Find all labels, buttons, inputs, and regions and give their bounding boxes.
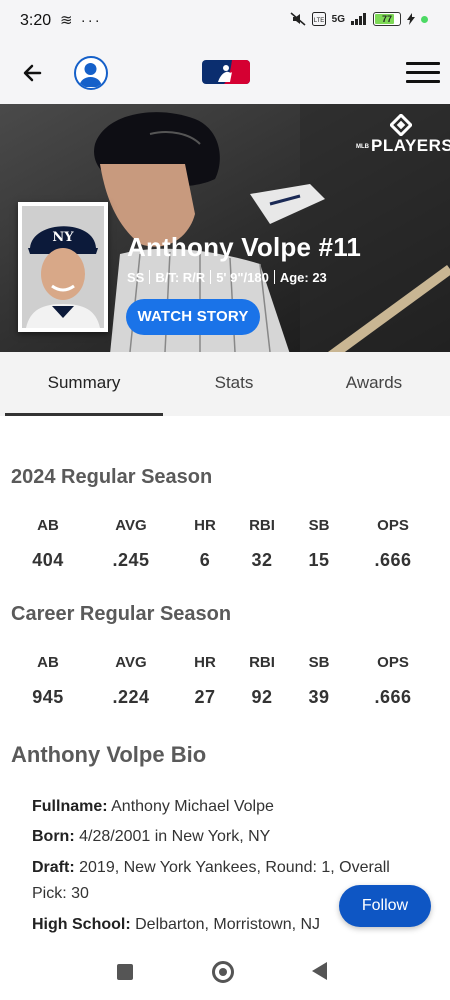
bio-draft-value: 2019, New York Yankees, Round: 1, Overal…	[32, 859, 390, 902]
career-stats-value-row: 945 .224 27 92 39 .666	[0, 687, 450, 707]
circle-home-icon[interactable]	[212, 961, 234, 983]
bio-high-school-label: High School:	[32, 916, 131, 933]
user-silhouette-icon	[79, 63, 102, 87]
stat-header: HR	[194, 654, 216, 671]
stat-value: 39	[308, 687, 330, 707]
tab-stats[interactable]: Stats	[155, 352, 313, 416]
player-bats-throws: B/T: R/R	[155, 270, 206, 285]
profile-tabs: Summary Stats Awards	[0, 352, 450, 416]
diamond-logo-icon	[390, 114, 412, 136]
stat-header: RBI	[249, 654, 275, 671]
volte-icon: LTE	[311, 12, 326, 26]
stat-value: .666	[374, 687, 412, 707]
stat-header: OPS	[377, 654, 409, 671]
stat-value: 945	[32, 687, 64, 707]
bio-fullname: Fullname: Anthony Michael Volpe	[32, 794, 412, 820]
player-name: Anthony Volpe #11	[127, 232, 362, 262]
player-height-weight: 5' 9"/180	[216, 270, 269, 285]
stat-header: HR	[194, 517, 216, 534]
user-circle-icon[interactable]	[74, 56, 108, 90]
charging-icon	[407, 13, 415, 25]
bio-high-school-value: Delbarton, Morristown, NJ	[135, 916, 321, 933]
tab-awards[interactable]: Awards	[295, 352, 450, 416]
network-label: 5G	[331, 13, 345, 25]
stat-header: OPS	[377, 517, 409, 534]
stat-value: 27	[194, 687, 216, 707]
meta-divider	[149, 270, 151, 284]
notification-icons: ≋ ···	[60, 12, 102, 29]
stat-header: RBI	[249, 517, 275, 534]
mlb-players-logo: MLB PLAYERS	[356, 114, 450, 156]
hamburger-menu-icon[interactable]	[406, 60, 440, 86]
stat-value: 404	[32, 550, 64, 570]
status-time: 3:20	[20, 12, 52, 29]
bio-fullname-value: Anthony Michael Volpe	[111, 798, 274, 815]
player-age: Age: 23	[279, 270, 327, 285]
stat-value: .666	[374, 550, 412, 570]
stat-value: 92	[251, 687, 273, 707]
signal-icon	[351, 13, 366, 25]
player-meta: SS B/T: R/R 5' 9"/180 Age: 23	[127, 270, 327, 285]
mute-icon	[290, 12, 306, 26]
stat-header: AVG	[115, 517, 147, 534]
svg-text:NY: NY	[52, 230, 74, 245]
square-icon[interactable]	[117, 964, 133, 980]
player-position: SS	[127, 270, 145, 285]
system-nav-bar	[0, 940, 450, 1000]
stat-value: .245	[112, 550, 150, 570]
player-hero: MLB PLAYERS NY Anthony Volpe #11 SS B/T: …	[0, 104, 450, 352]
bio-title: Anthony Volpe Bio	[11, 742, 207, 767]
bio-born-label: Born:	[32, 828, 75, 845]
season-stats-header-row: AB AVG HR RBI SB OPS	[0, 517, 450, 537]
stat-value: 15	[308, 550, 330, 570]
bio-born: Born: 4/28/2001 in New York, NY	[32, 824, 412, 850]
stat-value: 6	[199, 550, 211, 570]
follow-button[interactable]: Follow	[339, 885, 431, 927]
stat-header: SB	[308, 517, 330, 534]
battery-indicator: 77	[373, 12, 401, 26]
status-right-icons: LTE 5G 77	[290, 12, 428, 26]
meta-divider	[273, 270, 275, 284]
bio-fullname-label: Fullname:	[32, 798, 108, 815]
app-header	[0, 44, 450, 104]
meta-divider	[210, 270, 212, 284]
career-stats-header-row: AB AVG HR RBI SB OPS	[0, 654, 450, 674]
watch-story-button[interactable]: WATCH STORY	[126, 299, 260, 335]
bio-born-value: 4/28/2001 in New York, NY	[79, 828, 271, 845]
season-stats-value-row: 404 .245 6 32 15 .666	[0, 550, 450, 570]
svg-text:LTE: LTE	[313, 18, 324, 24]
bio-draft-label: Draft:	[32, 859, 75, 876]
career-stats-title: Career Regular Season	[11, 603, 232, 625]
stat-header: AVG	[115, 654, 147, 671]
triangle-back-icon[interactable]	[312, 962, 327, 980]
tab-summary[interactable]: Summary	[5, 352, 163, 416]
mlb-logo[interactable]	[202, 60, 250, 84]
headshot-image: NY	[22, 206, 104, 328]
stat-header: AB	[37, 517, 59, 534]
stat-value: 32	[251, 550, 273, 570]
stat-header: AB	[37, 654, 59, 671]
privacy-dot	[421, 15, 428, 23]
player-headshot: NY	[18, 202, 108, 332]
season-stats-title: 2024 Regular Season	[11, 466, 213, 488]
stat-header: SB	[308, 654, 330, 671]
arrow-left-icon[interactable]	[18, 58, 48, 88]
stat-value: .224	[112, 687, 150, 707]
status-bar: 3:20 ≋ ··· LTE 5G 77	[0, 0, 450, 44]
